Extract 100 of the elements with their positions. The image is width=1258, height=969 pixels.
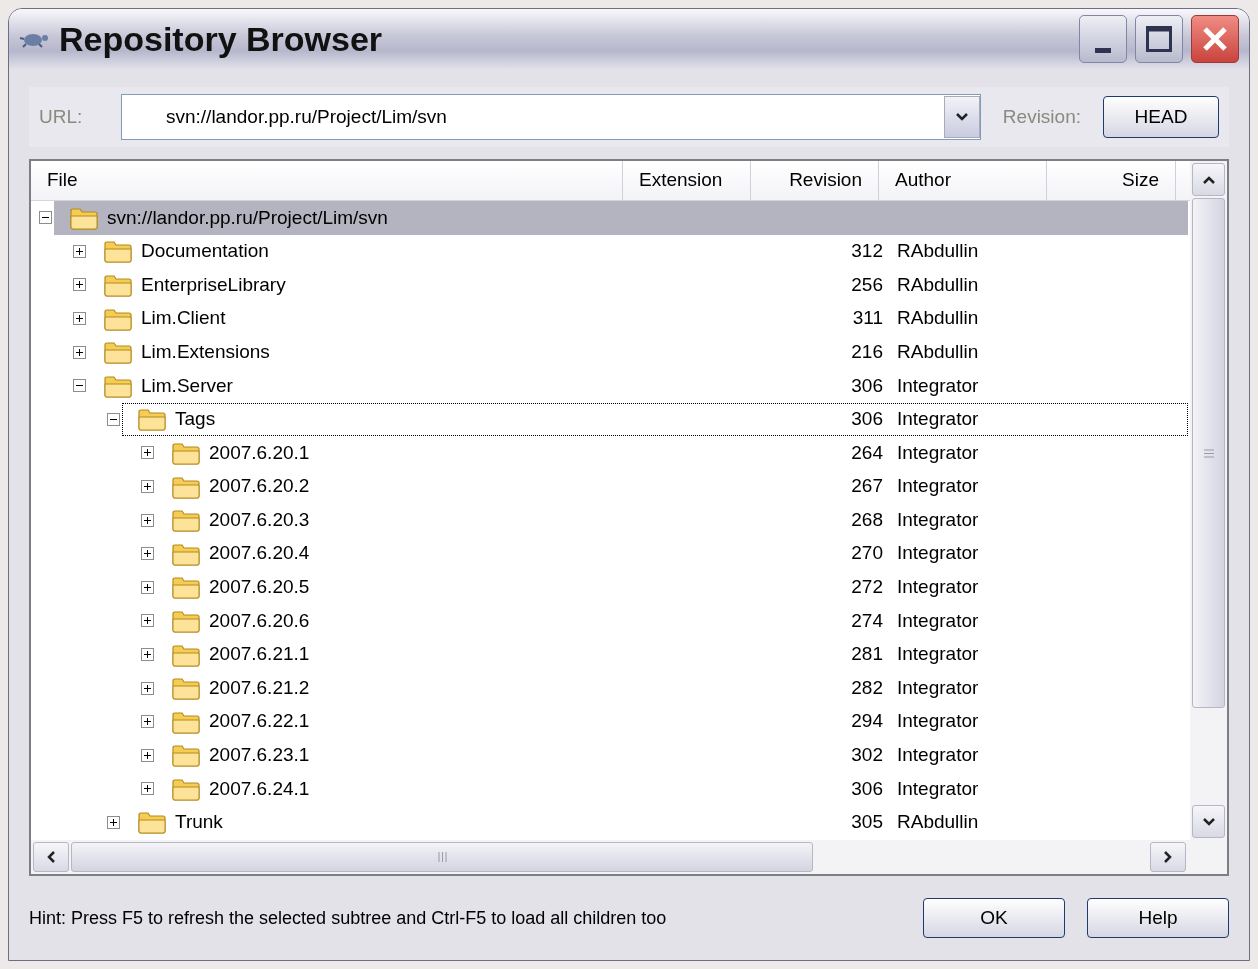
close-icon [1201, 25, 1229, 53]
author-cell-text: Integrator [897, 776, 979, 801]
scroll-thumb[interactable] [1192, 198, 1225, 708]
dialog-button[interactable]: OK [923, 898, 1065, 938]
author-cell-text: RAbdullin [897, 810, 979, 835]
tree-item[interactable]: Lim.Server 306 Integrator [88, 368, 1188, 403]
column-header[interactable]: Size [1047, 161, 1176, 200]
folder-icon [171, 508, 201, 533]
scroll-thumb[interactable] [71, 842, 813, 872]
expand-icon[interactable] [141, 614, 154, 628]
scroll-right-button[interactable] [1150, 842, 1186, 872]
tree-item[interactable]: 2007.6.23.1 302 Integrator [156, 738, 1188, 773]
collapse-icon[interactable] [73, 379, 86, 393]
column-header[interactable]: Extension [623, 161, 751, 200]
author-cell-text: Integrator [897, 575, 979, 600]
item-name: Tags [175, 407, 217, 432]
tree-item[interactable]: 2007.6.22.1 294 Integrator [156, 704, 1188, 739]
revision-cell-text: 281 [851, 642, 883, 667]
expand-icon[interactable] [73, 244, 86, 258]
expand-icon[interactable] [141, 782, 154, 796]
expand-icon[interactable] [141, 513, 154, 527]
tree-item[interactable]: 2007.6.20.3 268 Integrator [156, 503, 1188, 537]
tree-item[interactable]: 2007.6.21.2 282 Integrator [156, 671, 1188, 705]
expand-icon[interactable] [107, 816, 120, 829]
expand-icon[interactable] [141, 547, 154, 561]
expand-icon[interactable] [141, 715, 154, 729]
folder-icon [137, 407, 167, 432]
collapse-icon[interactable] [39, 211, 52, 225]
dropdown-button[interactable] [943, 96, 980, 138]
chevron-left-icon [46, 850, 56, 864]
minimize-icon [1095, 48, 1111, 53]
tree-item[interactable]: Documentation 312 RAbdullin [88, 234, 1188, 269]
revision-cell-text: 264 [851, 440, 883, 465]
author-cell-text: Integrator [897, 743, 979, 768]
item-name: 2007.6.23.1 [209, 743, 311, 768]
item-name: 2007.6.20.2 [209, 474, 311, 499]
expand-icon[interactable] [141, 480, 154, 494]
expand-icon[interactable] [141, 648, 154, 661]
author-cell-text: Integrator [897, 373, 979, 398]
revision-cell-text: 216 [851, 339, 883, 364]
collapse-icon[interactable] [107, 412, 120, 426]
item-name: Documentation [141, 239, 270, 264]
tree-item[interactable]: 2007.6.20.5 272 Integrator [156, 570, 1188, 605]
tree-item[interactable]: 2007.6.24.1 306 Integrator [156, 772, 1188, 806]
author-cell-text: Integrator [897, 440, 979, 465]
folder-icon [103, 306, 133, 331]
revision-cell-text: 311 [852, 306, 883, 331]
chevron-down-icon [954, 112, 969, 122]
scroll-up-button[interactable] [1192, 163, 1225, 196]
dialog-button[interactable]: Help [1087, 898, 1229, 938]
tree-item[interactable]: 2007.6.20.1 264 Integrator [156, 436, 1188, 470]
url-field[interactable]: svn://landor.pp.ru/Project/Lim/svn [121, 94, 981, 140]
column-header[interactable]: Author [879, 161, 1047, 200]
minimize-button[interactable] [1079, 15, 1127, 63]
folder-icon [171, 642, 201, 667]
folder-icon [171, 474, 201, 499]
author-cell-text: RAbdullin [897, 272, 979, 297]
tree-item[interactable]: svn://landor.pp.ru/Project/Lim/svn [54, 201, 1188, 235]
author-cell-text: Integrator [897, 675, 979, 700]
author-cell-text: RAbdullin [897, 306, 979, 331]
column-header[interactable]: Revision [751, 161, 879, 200]
expand-icon[interactable] [73, 312, 86, 326]
column-header[interactable]: File [31, 161, 623, 200]
grip-icon [1202, 448, 1215, 458]
revision-cell-text: 294 [851, 709, 883, 734]
scroll-down-button[interactable] [1192, 805, 1225, 838]
folder-icon [171, 709, 201, 734]
tree-item[interactable]: 2007.6.20.4 270 Integrator [156, 536, 1188, 571]
expand-icon[interactable] [141, 748, 154, 762]
head-button[interactable]: HEAD [1103, 96, 1219, 138]
tree-item[interactable]: 2007.6.20.2 267 Integrator [156, 469, 1188, 504]
revision-cell-text: 312 [851, 239, 883, 264]
horizontal-scrollbar[interactable] [31, 840, 1227, 874]
folder-icon [171, 608, 201, 633]
expand-icon[interactable] [141, 580, 154, 594]
folder-icon [171, 575, 201, 600]
expand-icon[interactable] [73, 278, 86, 292]
author-cell-text: RAbdullin [897, 239, 979, 264]
tree-item[interactable]: Tags 306 Integrator [122, 402, 1188, 437]
maximize-button[interactable] [1135, 15, 1183, 63]
tree-item[interactable]: 2007.6.20.6 274 Integrator [156, 604, 1188, 638]
scroll-left-button[interactable] [33, 842, 69, 872]
expand-icon[interactable] [141, 681, 154, 695]
hint-text: Hint: Press F5 to refresh the selected subtree and Ctrl-F5 to load all children too [29, 907, 668, 930]
tree-item[interactable]: 2007.6.21.1 281 Integrator [156, 637, 1188, 672]
tree-item[interactable]: Lim.Client 311 RAbdullin [88, 301, 1188, 336]
revision-cell-text: 270 [851, 541, 883, 566]
item-name: svn://landor.pp.ru/Project/Lim/svn [107, 205, 389, 230]
folder-icon [171, 541, 201, 566]
grip-icon [437, 851, 447, 863]
author-cell-text: Integrator [897, 407, 979, 432]
vertical-scrollbar[interactable] [1190, 161, 1227, 840]
folder-icon [103, 239, 133, 264]
chevron-up-icon [1201, 174, 1216, 185]
tree-item[interactable]: EnterpriseLibrary 256 RAbdullin [88, 268, 1188, 302]
close-button[interactable] [1191, 15, 1239, 63]
expand-icon[interactable] [141, 446, 154, 460]
tree-item[interactable]: Trunk 305 RAbdullin [122, 805, 1188, 840]
expand-icon[interactable] [73, 345, 86, 359]
tree-item[interactable]: Lim.Extensions 216 RAbdullin [88, 335, 1188, 369]
